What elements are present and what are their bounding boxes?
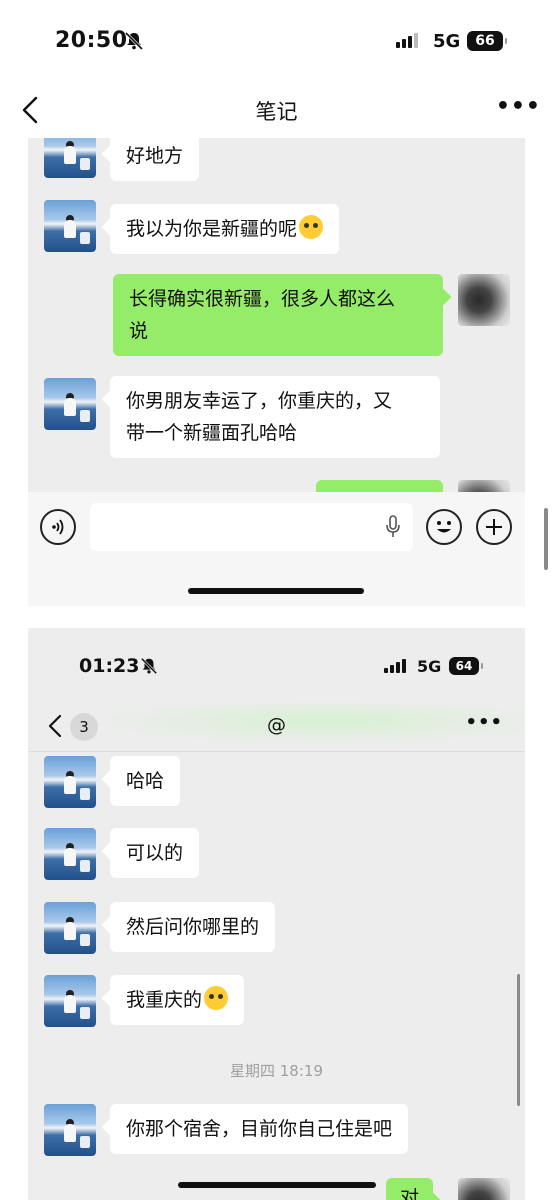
silent-bell-icon — [124, 31, 144, 51]
contact-avatar[interactable] — [44, 1104, 96, 1156]
message-input[interactable] — [90, 503, 413, 551]
message-text: 我重庆的 — [126, 989, 203, 1011]
message-bubble: 你男朋友幸运了，你重庆的，又 带一个新疆面孔哈哈 — [110, 376, 440, 458]
message-bubble-sent: 长得确实很新疆，很多人都这么 说 — [113, 274, 443, 356]
emoji-laugh-cry-icon — [204, 986, 229, 1010]
silent-bell-icon — [140, 657, 158, 675]
scrollbar[interactable] — [517, 974, 520, 1106]
status-bar: 01:23 5G 64 — [28, 628, 525, 702]
nav-bar: 笔记 ••• — [0, 84, 553, 138]
message-text-line: 长得确实很新疆，很多人都这么 — [129, 288, 396, 310]
message-bubble: 我重庆的 — [110, 975, 245, 1025]
plus-icon[interactable] — [476, 509, 512, 545]
message-bubble-sent: 对 — [386, 1178, 434, 1200]
message-bubble: 可以的 — [110, 828, 200, 878]
chat-title: @ — [267, 714, 286, 736]
more-options-icon[interactable]: ••• — [496, 94, 541, 119]
scrollbar[interactable] — [544, 508, 548, 570]
contact-avatar[interactable] — [44, 138, 96, 178]
network-type: 5G — [433, 31, 461, 52]
message-bubble: 你那个宿舍，目前你自己住是吧 — [110, 1104, 409, 1154]
contact-avatar[interactable] — [44, 378, 96, 430]
more-options-icon[interactable]: ••• — [465, 712, 503, 733]
battery-indicator: 66 — [467, 31, 507, 51]
chat-input-bar — [28, 492, 525, 606]
chat-header: 3 @ ••• — [28, 702, 525, 752]
status-bar: 20:50 5G 66 — [0, 0, 553, 84]
cell-signal-icon — [396, 33, 418, 48]
microphone-icon[interactable] — [385, 515, 401, 539]
message-timestamp: 星期四 18:19 — [230, 1062, 323, 1080]
message-bubble: 哈哈 — [110, 756, 181, 806]
emoji-picker-icon[interactable] — [426, 509, 462, 545]
message-bubble: 然后问你哪里的 — [110, 902, 276, 952]
contact-avatar[interactable] — [44, 828, 96, 880]
contact-avatar[interactable] — [44, 756, 96, 808]
message-text: 我以为你是新疆的呢 — [126, 218, 298, 240]
message-text-line: 带一个新疆面孔哈哈 — [126, 422, 298, 444]
home-indicator — [178, 1182, 376, 1188]
status-time: 01:23 — [79, 655, 140, 677]
message-text-line: 你男朋友幸运了，你重庆的，又 — [126, 390, 393, 412]
cell-signal-icon — [384, 659, 406, 673]
contact-avatar[interactable] — [44, 200, 96, 252]
battery-indicator: 64 — [449, 657, 483, 675]
contact-avatar[interactable] — [44, 975, 96, 1027]
my-avatar[interactable] — [458, 1178, 510, 1200]
home-indicator — [188, 588, 364, 594]
chat-screenshot-1: 好地方 我以为你是新疆的呢 长得确实很新疆，很多人都这么 说 你男朋友幸运了，你… — [28, 138, 525, 606]
voice-input-icon[interactable] — [40, 509, 76, 545]
emoji-face-icon — [299, 215, 324, 239]
message-bubble: 好地方 — [110, 138, 200, 181]
message-bubble: 我以为你是新疆的呢 — [110, 204, 340, 254]
network-type: 5G — [417, 657, 442, 676]
chat-screenshot-2: 01:23 5G 64 3 @ ••• 哈哈 可以的 然后问你哪里的 我重庆的 … — [28, 628, 525, 1200]
message-text-line: 说 — [129, 320, 149, 342]
my-avatar[interactable] — [458, 274, 510, 326]
status-time: 20:50 — [55, 28, 128, 53]
contact-avatar[interactable] — [44, 902, 96, 954]
page-title: 笔记 — [255, 100, 298, 124]
